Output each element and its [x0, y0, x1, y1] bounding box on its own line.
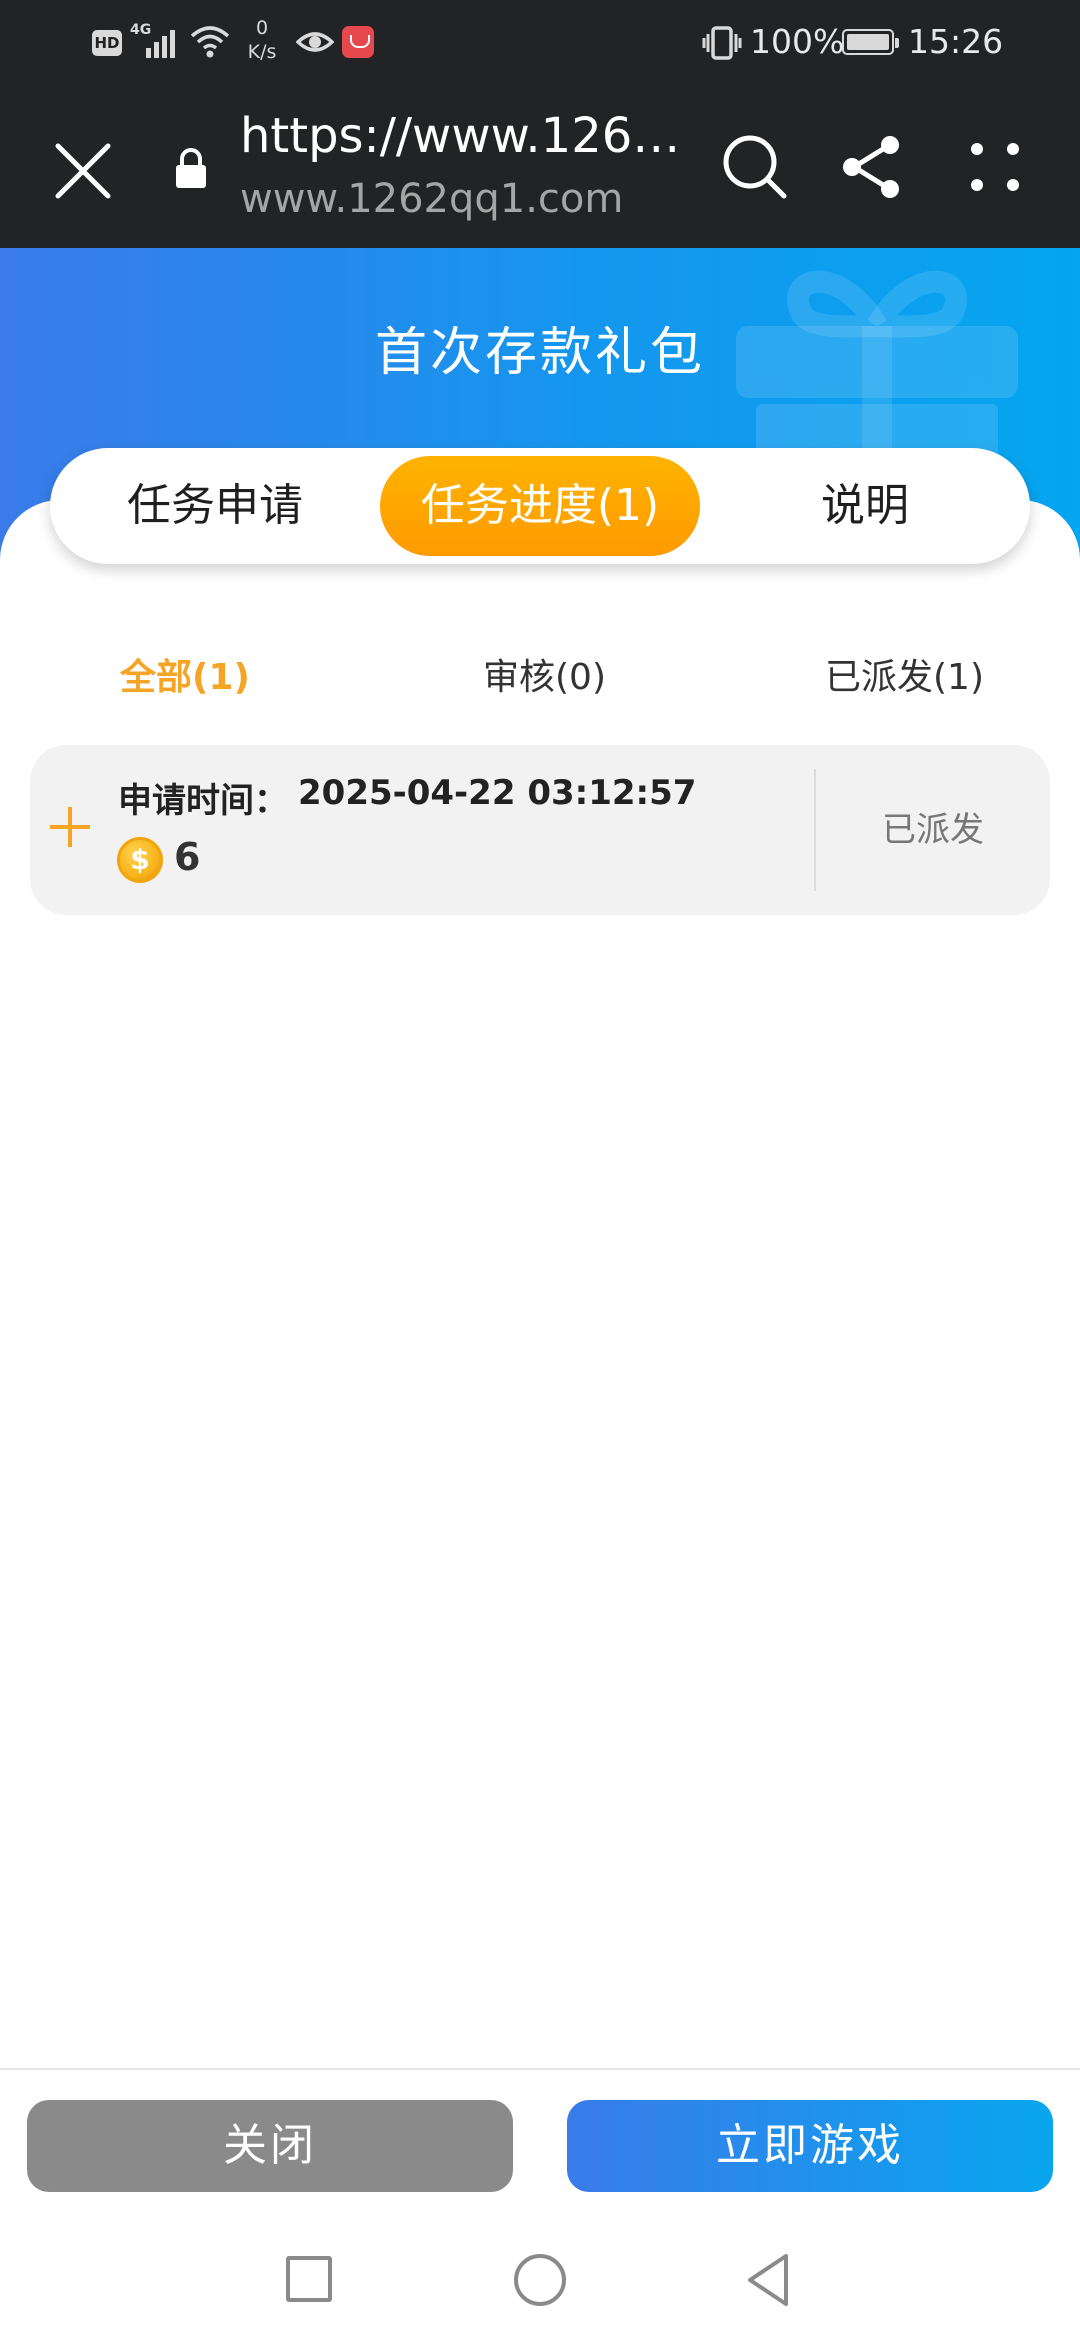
clock: 15:26 — [908, 22, 1004, 61]
apply-time-label: 申请时间： — [118, 781, 288, 821]
search-icon[interactable] — [718, 130, 794, 206]
speed-value: 0 — [255, 17, 269, 39]
expand-plus-icon[interactable] — [50, 805, 94, 849]
reward-amount: 6 — [174, 835, 201, 879]
tab-task-apply[interactable]: 任务申请 — [60, 456, 370, 556]
lock-icon — [176, 148, 206, 188]
recent-apps-icon[interactable] — [286, 2256, 332, 2302]
vibrate-icon — [702, 26, 742, 60]
wifi-icon — [190, 26, 230, 58]
apply-time-value: 2025-04-22 03:12:57 — [298, 773, 697, 813]
tab-description[interactable]: 说明 — [710, 456, 1020, 556]
content-panel — [0, 500, 1080, 2070]
divider — [0, 2068, 1080, 2070]
subtab-dispatched[interactable]: 已派发(1) — [825, 650, 984, 706]
coin-icon: $ — [117, 837, 163, 883]
tab-task-progress[interactable]: 任务进度(1) — [380, 456, 700, 556]
subtab-all[interactable]: 全部(1) — [120, 650, 250, 706]
battery-percent: 100% — [750, 22, 845, 61]
status-badge: 已派发 — [882, 810, 984, 850]
close-icon[interactable] — [50, 138, 116, 204]
huawei-app-icon — [342, 26, 374, 58]
list-item[interactable]: 申请时间： 2025-04-22 03:12:57 $ 6 已派发 — [30, 745, 1050, 915]
browser-toolbar: https://www.1262qq1.com www.1262qq1.com — [0, 86, 1080, 248]
network-speed: 0 K/s — [240, 16, 284, 64]
page-url[interactable]: https://www.1262qq1.com — [240, 108, 690, 164]
banner-title: 首次存款礼包 — [374, 323, 705, 383]
more-icon[interactable] — [960, 132, 1030, 202]
share-icon[interactable] — [836, 132, 906, 202]
play-now-button[interactable]: 立即游戏 — [567, 2100, 1053, 2192]
eye-icon — [296, 32, 334, 52]
main-tabs: 任务申请 任务进度(1) 说明 — [50, 448, 1030, 564]
status-bar: HD 4G 0 K/s 100% 15:26 — [0, 0, 1080, 86]
hd-icon: HD — [92, 30, 122, 56]
subtab-review[interactable]: 审核(0) — [483, 650, 606, 706]
home-icon[interactable] — [514, 2254, 566, 2306]
back-icon[interactable] — [744, 2252, 792, 2308]
coin-symbol: $ — [130, 843, 150, 876]
speed-unit: K/s — [247, 41, 277, 63]
page-domain: www.1262qq1.com — [240, 176, 624, 222]
battery-charging-icon — [842, 29, 899, 55]
close-button[interactable]: 关闭 — [27, 2100, 513, 2192]
signal-icon — [146, 28, 175, 58]
